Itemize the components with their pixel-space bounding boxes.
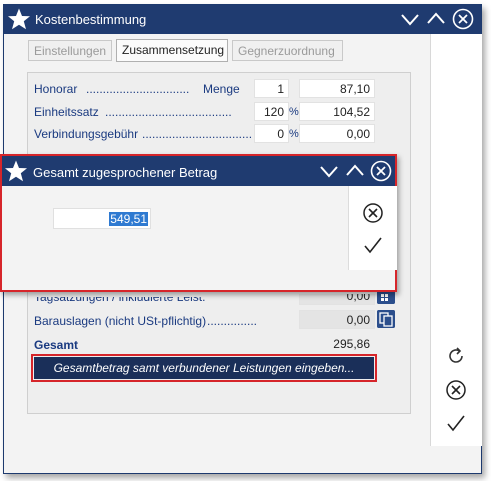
star-icon: [8, 8, 30, 30]
selected-text: 549,51: [109, 212, 148, 226]
einheitssatz-label: Einheitssatz: [34, 105, 99, 119]
window-title: Kostenbestimmung: [35, 12, 147, 27]
barauslagen-value-field[interactable]: 0,00: [299, 310, 375, 329]
honorar-qty-field[interactable]: 1: [254, 79, 289, 98]
cancel-circle-icon[interactable]: [362, 202, 384, 224]
close-circle-icon[interactable]: [452, 8, 474, 30]
gesamt-label: Gesamt: [34, 338, 79, 352]
checkmark-icon[interactable]: [445, 412, 467, 434]
chevron-down-icon[interactable]: [399, 8, 421, 30]
gesamtbetrag-eingeben-button[interactable]: Gesamtbetrag samt verbundener Leistungen…: [31, 354, 377, 382]
gesamt-value: 295,86: [333, 337, 370, 351]
tab-zusammensetzung[interactable]: Zusammensetzung: [116, 39, 228, 62]
dialog-action-strip: [348, 186, 397, 270]
percent-sign: %: [289, 128, 299, 140]
gesamt-betrag-dialog: Gesamt zugesprochener Betrag 549,51: [0, 154, 397, 292]
cancel-circle-icon[interactable]: [445, 379, 467, 401]
dialog-title-bar[interactable]: Gesamt zugesprochener Betrag: [2, 156, 395, 186]
honorar-label: Honorar: [34, 82, 78, 96]
menge-label: Menge: [203, 82, 240, 96]
percent-sign: %: [289, 106, 299, 118]
refresh-icon[interactable]: [445, 345, 467, 367]
checkmark-icon[interactable]: [362, 234, 384, 256]
documents-icon[interactable]: [377, 310, 395, 328]
title-bar[interactable]: Kostenbestimmung: [4, 5, 481, 34]
honorar-dots: ...............................: [86, 82, 190, 96]
einheitssatz-qty-field[interactable]: 120: [254, 102, 289, 121]
verbindungsgebuehr-qty-field[interactable]: 0: [254, 124, 289, 143]
chevron-up-icon[interactable]: [425, 8, 447, 30]
star-icon: [5, 160, 27, 182]
verbindungsgebuehr-value-field[interactable]: 0,00: [299, 124, 375, 143]
einheitssatz-dots: ......................................: [105, 105, 232, 119]
close-circle-icon[interactable]: [370, 160, 392, 182]
verbindungsgebuehr-dots: .................................: [142, 127, 252, 141]
barauslagen-dots: ...............: [207, 314, 258, 328]
einheitssatz-value-field[interactable]: 104,52: [299, 102, 375, 121]
dialog-title: Gesamt zugesprochener Betrag: [33, 165, 218, 180]
chevron-down-icon[interactable]: [318, 160, 340, 182]
verbindungsgebuehr-label: Verbindungsgebühr: [34, 127, 139, 141]
betrag-input[interactable]: 549,51: [53, 208, 151, 229]
honorar-value-field[interactable]: 87,10: [299, 79, 375, 98]
barauslagen-label: Barauslagen (nicht USt-pflichtig): [34, 314, 207, 328]
tab-gegnerzuordnung[interactable]: Gegnerzuordnung: [232, 40, 343, 61]
tab-einstellungen[interactable]: Einstellungen: [28, 40, 112, 61]
action-strip: [430, 34, 482, 446]
chevron-up-icon[interactable]: [344, 160, 366, 182]
